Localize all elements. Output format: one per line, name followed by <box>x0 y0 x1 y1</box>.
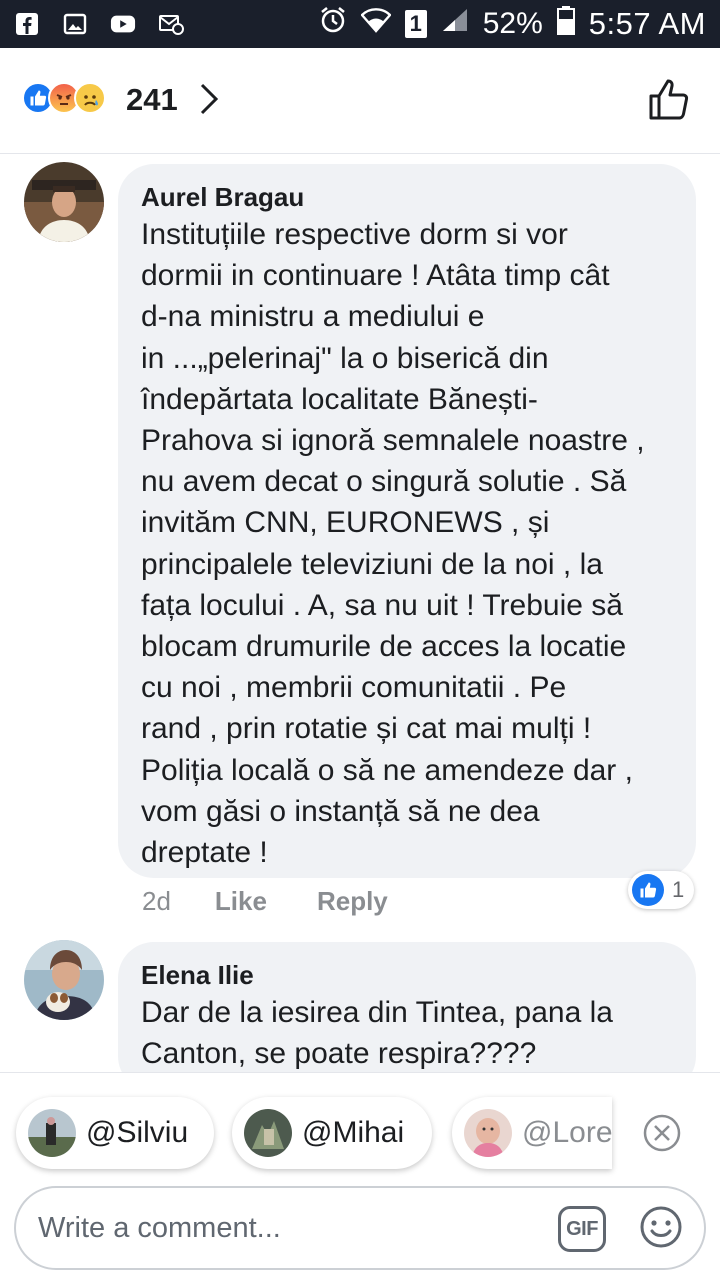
battery-percentage: 52% <box>482 7 543 40</box>
alarm-icon <box>319 6 347 42</box>
avatar-aurel-bragau[interactable] <box>24 162 104 242</box>
wifi-icon <box>360 7 392 41</box>
comment-text: Dar de la iesirea din Tintea, pana la Ca… <box>141 996 613 1071</box>
reactions-header: 241 <box>0 48 720 154</box>
reaction-count[interactable]: 241 <box>126 82 178 118</box>
mention-suggestions: @Silviu @Mihai @Lore <box>0 1072 720 1182</box>
clock: 5:57 AM <box>588 6 706 41</box>
avatar-elena-ilie[interactable] <box>24 940 104 1020</box>
mention-avatar <box>244 1109 292 1157</box>
battery-icon <box>556 5 575 43</box>
youtube-notification-icon <box>110 12 136 36</box>
reaction-summary[interactable] <box>22 82 106 114</box>
mention-chip[interactable]: @Mihai <box>232 1097 432 1169</box>
like-button[interactable]: Like <box>215 886 267 917</box>
mention-chip[interactable]: @Lore <box>452 1097 612 1169</box>
comment-like-count[interactable]: 1 <box>628 871 695 909</box>
like-outline-icon[interactable] <box>648 78 692 122</box>
mention-label: @Lore <box>522 1116 612 1149</box>
mention-label: @Silviu <box>86 1116 189 1149</box>
email-notification-icon <box>158 12 184 36</box>
like-icon <box>632 874 664 906</box>
comment-actions: 2d Like Reply <box>142 886 388 917</box>
comment-composer: GIF <box>14 1186 706 1270</box>
comment-author[interactable]: Elena Ilie <box>141 960 254 991</box>
facebook-notification-icon <box>14 12 40 36</box>
comment-text: Instituțiile respective dorm si vor dorm… <box>141 218 645 870</box>
gif-button[interactable]: GIF <box>558 1206 606 1252</box>
mention-avatar <box>28 1109 76 1157</box>
comment-input[interactable] <box>38 1204 538 1252</box>
like-count-number: 1 <box>672 877 685 902</box>
mention-avatar <box>464 1109 512 1157</box>
gallery-notification-icon <box>62 12 88 36</box>
sim-slot-indicator: 1 <box>404 10 427 38</box>
reply-button[interactable]: Reply <box>317 886 388 917</box>
status-bar: 1 52% 5:57 AM <box>0 0 720 48</box>
sad-icon <box>74 82 106 114</box>
signal-icon <box>441 7 469 41</box>
close-icon[interactable] <box>642 1113 682 1153</box>
emoji-icon[interactable] <box>638 1204 684 1250</box>
comment-bubble[interactable]: Aurel Bragau Instituțiile respective dor… <box>118 164 696 878</box>
chevron-right-icon[interactable] <box>198 82 220 116</box>
comment-bubble[interactable]: Elena Ilie Dar de la iesirea din Tintea,… <box>118 942 696 1092</box>
comment-author[interactable]: Aurel Bragau <box>141 182 304 213</box>
mention-label: @Mihai <box>302 1116 405 1149</box>
mention-chip[interactable]: @Silviu <box>16 1097 214 1169</box>
comment-timestamp[interactable]: 2d <box>142 886 171 917</box>
